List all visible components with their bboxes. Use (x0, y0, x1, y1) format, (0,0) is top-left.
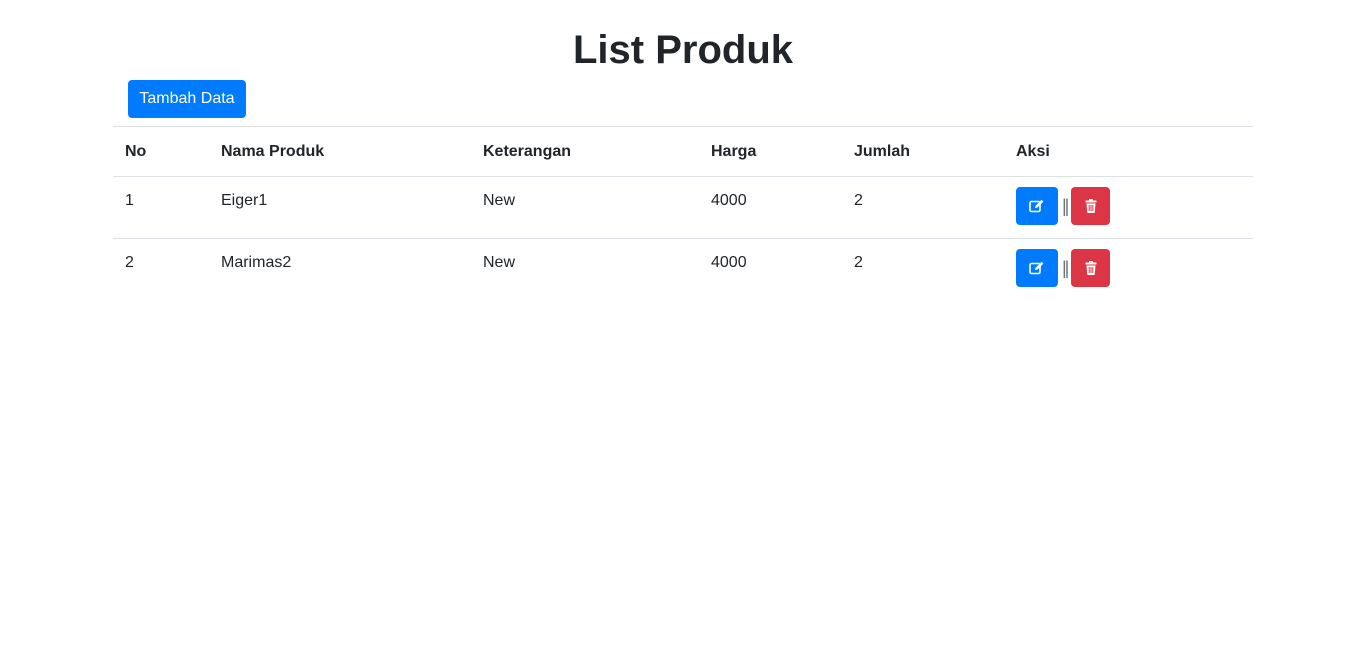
cell-aksi: || (1004, 177, 1253, 239)
cell-harga: 4000 (699, 238, 842, 301)
cell-nama-produk: Eiger1 (221, 192, 268, 209)
table-header: No Nama Produk Keterangan Harga Jumlah A… (113, 126, 1253, 177)
edit-button[interactable] (1016, 249, 1058, 287)
cell-keterangan: New (471, 238, 699, 301)
cell-jumlah: 2 (854, 192, 863, 209)
page-title: List Produk (572, 28, 794, 72)
action-separator: || (1062, 196, 1070, 216)
action-group: || (1016, 249, 1241, 287)
trash-icon (1085, 199, 1097, 213)
header-no: No (113, 126, 209, 177)
cell-keterangan: New (483, 192, 516, 209)
edit-icon (1029, 199, 1044, 213)
cell-aksi: || (1004, 238, 1253, 301)
table-body: 1 Eiger1 New 4000 2 || 2 Marimas2 New 40… (113, 177, 1253, 301)
delete-button[interactable] (1071, 187, 1111, 225)
cell-jumlah: 2 (842, 238, 1004, 301)
header-keterangan: Keterangan (471, 126, 699, 177)
cell-harga: 4000 (711, 192, 747, 209)
header-jumlah: Jumlah (842, 126, 1004, 177)
edit-icon (1029, 261, 1044, 275)
cell-nama-produk: Marimas2 (209, 238, 471, 301)
product-table: No Nama Produk Keterangan Harga Jumlah A… (113, 126, 1253, 301)
header-nama-produk: Nama Produk (209, 126, 471, 177)
edit-button[interactable] (1016, 187, 1058, 225)
table-row: 2 Marimas2 New 4000 2 || (113, 238, 1253, 301)
header-row: No Nama Produk Keterangan Harga Jumlah A… (113, 126, 1253, 177)
delete-button[interactable] (1071, 249, 1111, 287)
add-data-button[interactable]: Tambah Data (128, 80, 246, 118)
action-separator: || (1062, 258, 1070, 278)
header-harga: Harga (699, 126, 842, 177)
action-group: || (1016, 187, 1241, 225)
trash-icon (1085, 261, 1097, 275)
table-row: 1 Eiger1 New 4000 2 || (113, 177, 1253, 239)
header-aksi: Aksi (1004, 126, 1253, 177)
cell-no: 2 (113, 238, 209, 301)
cell-no: 1 (125, 192, 134, 209)
